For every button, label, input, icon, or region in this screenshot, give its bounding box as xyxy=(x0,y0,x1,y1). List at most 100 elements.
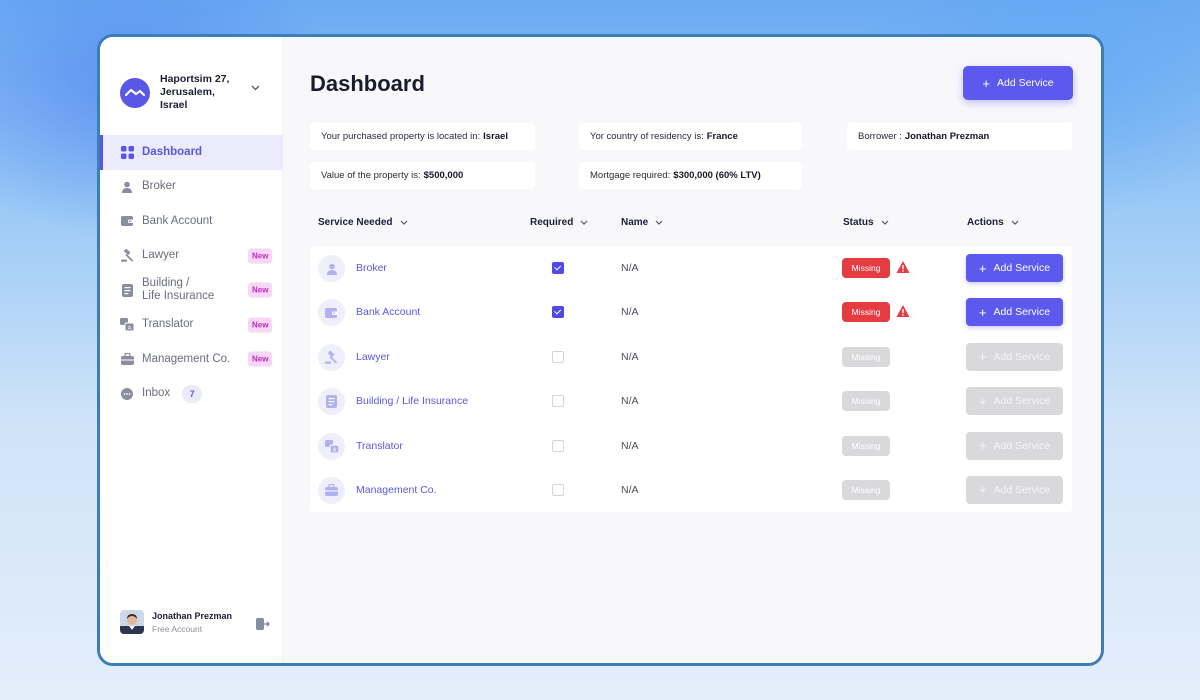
property-value-amount: $500,000 xyxy=(423,170,464,181)
gavel-icon xyxy=(318,343,345,371)
property-value-label: Value of the property is: xyxy=(321,170,421,181)
brand-logo-icon xyxy=(120,77,150,108)
add-service-button[interactable]: + Add Service xyxy=(966,254,1063,282)
add-service-label: Add Service xyxy=(993,395,1051,408)
required-checkbox[interactable] xyxy=(552,439,564,452)
status-badge: Missing xyxy=(842,391,890,412)
provider-name: N/A xyxy=(621,350,639,363)
add-service-button[interactable]: + Add Service xyxy=(966,431,1063,460)
add-service-button[interactable]: + Add Service xyxy=(963,66,1073,100)
briefcase-icon xyxy=(120,352,134,366)
column-name[interactable]: Name xyxy=(621,217,663,228)
translate-icon: A xyxy=(120,318,134,332)
sidebar-item-building[interactable]: Building / Life Insurance New xyxy=(100,273,283,308)
chevron-down-icon[interactable] xyxy=(248,81,262,95)
add-service-label: Add Service xyxy=(996,77,1054,89)
table-row: Broker N/A Missing + Add Service xyxy=(310,246,1072,290)
service-link[interactable]: Translator xyxy=(356,440,403,452)
add-service-label: Add Service xyxy=(993,262,1051,274)
required-checkbox[interactable] xyxy=(552,262,564,274)
chat-icon xyxy=(120,387,134,401)
chevron-down-icon xyxy=(655,219,663,227)
service-link[interactable]: Building / Life Insurance xyxy=(356,395,468,407)
service-link[interactable]: Management Co. xyxy=(356,484,437,496)
add-service-button[interactable]: + Add Service xyxy=(966,387,1063,416)
provider-name: N/A xyxy=(621,439,639,452)
chevron-down-icon xyxy=(400,219,408,227)
sidebar-nav: Dashboard Broker Bank Account Lawyer New Buil… xyxy=(100,135,283,411)
warning-icon xyxy=(896,260,910,274)
sidebar-item-inbox[interactable]: Inbox 7 xyxy=(100,377,283,412)
borrower-value: Jonathan Prezman xyxy=(904,131,990,142)
mortgage-label: Mortgage required: xyxy=(590,170,671,181)
chevron-down-icon xyxy=(1011,219,1019,227)
borrower-card: Borrower : Jonathan Prezman xyxy=(847,123,1072,150)
services-table: Service Needed Required Name Status Acti… xyxy=(310,213,1072,513)
residency-label: Yor country of residency is: xyxy=(590,131,704,142)
required-checkbox[interactable] xyxy=(552,395,564,408)
document-icon xyxy=(318,388,345,416)
new-badge: New xyxy=(248,351,273,367)
required-checkbox[interactable] xyxy=(552,483,564,496)
column-actions[interactable]: Actions xyxy=(967,217,1019,228)
sidebar-item-management-co[interactable]: Management Co. New xyxy=(100,342,283,377)
table-row: Management Co. N/A Missing + Add Service xyxy=(310,468,1072,512)
column-status[interactable]: Status xyxy=(843,217,889,228)
column-label: Name xyxy=(621,217,649,228)
dashboard-icon xyxy=(120,145,134,159)
sidebar: Haportsim 27, Jerusalem, Israel Dashboar… xyxy=(100,37,283,663)
sidebar-item-translator[interactable]: A Translator New xyxy=(100,308,283,343)
location-value: Israel xyxy=(483,131,508,142)
plus-icon: + xyxy=(978,393,987,409)
required-checkbox[interactable] xyxy=(552,350,564,363)
user-icon xyxy=(318,255,345,282)
service-link[interactable]: Broker xyxy=(356,262,387,274)
sidebar-item-dashboard[interactable]: Dashboard xyxy=(100,135,283,170)
address-line-2: Jerusalem, Israel xyxy=(160,86,215,111)
provider-name: N/A xyxy=(621,395,639,408)
table-body: Broker N/A Missing + Add Service Bank Ac… xyxy=(310,246,1072,513)
gavel-icon xyxy=(120,249,134,263)
sidebar-item-label: Lawyer xyxy=(142,249,180,262)
column-label: Status xyxy=(843,217,874,228)
column-required[interactable]: Required xyxy=(530,217,588,228)
table-header: Service Needed Required Name Status Acti… xyxy=(310,213,1072,237)
property-selector[interactable]: Haportsim 27, Jerusalem, Israel xyxy=(120,73,244,112)
svg-text:A: A xyxy=(332,447,336,453)
page-title: Dashboard xyxy=(310,71,425,96)
table-row: Bank Account N/A Missing + Add Service xyxy=(310,290,1072,334)
add-service-button[interactable]: + Add Service xyxy=(966,298,1063,327)
plus-icon: + xyxy=(978,438,987,454)
document-icon xyxy=(120,283,134,297)
table-row: Building / Life Insurance N/A Missing + … xyxy=(310,379,1072,423)
translate-icon: A xyxy=(318,432,345,460)
sidebar-item-broker[interactable]: Broker xyxy=(100,170,283,205)
status-badge: Missing xyxy=(842,346,890,367)
mortgage-value: $300,000 (60% LTV) xyxy=(673,170,761,181)
service-link[interactable]: Bank Account xyxy=(356,306,420,318)
add-service-label: Add Service xyxy=(993,350,1051,363)
add-service-button[interactable]: + Add Service xyxy=(966,342,1063,371)
table-row: A Translator N/A Missing + Add Service xyxy=(310,424,1072,468)
mortgage-card: Mortgage required: $300,000 (60% LTV) xyxy=(579,162,802,189)
chevron-down-icon xyxy=(881,219,889,227)
borrower-label: Borrower : xyxy=(858,131,902,142)
provider-name: N/A xyxy=(621,483,639,496)
provider-name: N/A xyxy=(621,306,639,319)
sidebar-item-lawyer[interactable]: Lawyer New xyxy=(100,239,283,274)
plus-icon: + xyxy=(982,75,990,91)
user-profile[interactable]: Jonathan Prezman Free Account xyxy=(120,610,232,634)
logout-icon[interactable] xyxy=(254,616,271,632)
add-service-button[interactable]: + Add Service xyxy=(966,475,1063,504)
plus-icon: + xyxy=(978,260,987,276)
column-label: Service Needed xyxy=(318,217,393,228)
sidebar-item-bank-account[interactable]: Bank Account xyxy=(100,204,283,239)
sidebar-item-label-line2: Life Insurance xyxy=(142,290,215,303)
new-badge: New xyxy=(248,317,273,333)
sidebar-item-label: Translator xyxy=(142,318,194,331)
required-checkbox[interactable] xyxy=(552,306,564,319)
column-service-needed[interactable]: Service Needed xyxy=(318,217,408,228)
residency-card: Yor country of residency is: France xyxy=(579,123,802,150)
table-row: Lawyer N/A Missing + Add Service xyxy=(310,335,1072,379)
service-link[interactable]: Lawyer xyxy=(356,351,390,363)
